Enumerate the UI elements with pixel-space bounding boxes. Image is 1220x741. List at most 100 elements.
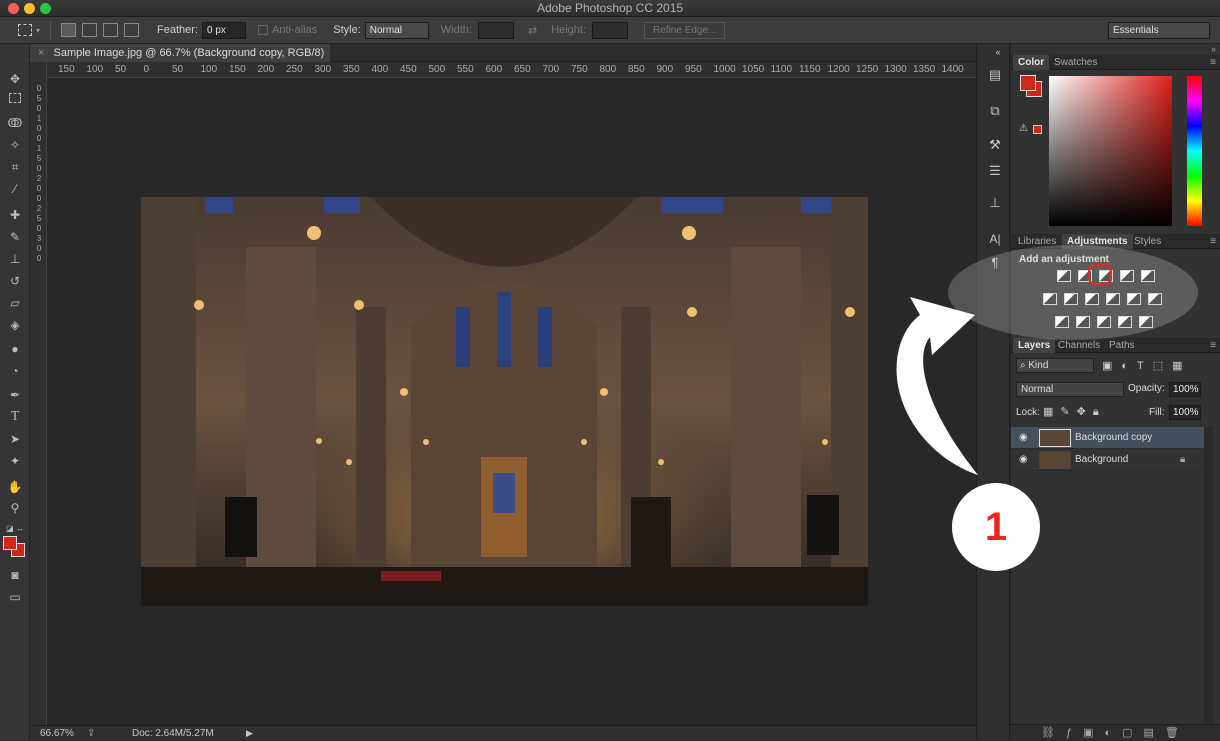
adjustments-panel-menu-icon[interactable]: ≡ [1210, 234, 1216, 249]
brush-settings-icon[interactable]: ☰ [986, 162, 1004, 180]
black-white-icon[interactable] [1085, 293, 1099, 305]
ruler-tick-label: 750 [571, 64, 588, 75]
tab-layers[interactable]: Layers [1013, 338, 1056, 353]
posterize-icon[interactable] [1076, 316, 1090, 328]
invert-icon[interactable] [1055, 316, 1069, 328]
color-balance-icon[interactable] [1064, 293, 1078, 305]
crop-tool-icon[interactable]: ⌗ [5, 158, 25, 176]
zoom-tool-icon[interactable]: ⚲ [5, 499, 25, 517]
tab-swatches[interactable]: Swatches [1049, 55, 1102, 70]
minimize-window-button[interactable] [24, 3, 35, 14]
layer-row[interactable]: ◉ Background 🔒︎ [1011, 449, 1204, 471]
selective-color-icon[interactable] [1139, 316, 1153, 328]
tab-color[interactable]: Color [1013, 55, 1050, 70]
channel-mixer-icon[interactable] [1127, 293, 1141, 305]
workspace-select[interactable]: Essentials [1108, 21, 1210, 39]
character-panel-icon[interactable]: A| [986, 230, 1004, 248]
tab-channels[interactable]: Channels [1053, 338, 1105, 353]
dodge-tool-icon[interactable]: ◔ [5, 362, 25, 380]
type-tool-icon[interactable]: T [5, 408, 25, 426]
color-fg-swatch[interactable] [1020, 75, 1036, 91]
color-field[interactable] [1049, 76, 1172, 226]
screen-mode-icon[interactable]: ▭ [5, 588, 25, 606]
quick-mask-icon[interactable]: ◙ [5, 566, 25, 584]
exposure-icon[interactable] [1120, 270, 1134, 282]
collapse-dock-icon[interactable]: « [989, 43, 1007, 61]
feather-input[interactable]: 0 px [201, 21, 246, 39]
clone-source-icon[interactable]: ⊥ [986, 194, 1004, 212]
out-of-gamut-warning-icon[interactable]: ⚠ [1019, 123, 1028, 134]
lasso-tool-icon[interactable]: ↂ [5, 114, 25, 132]
step-number-badge: 1 [952, 483, 1040, 571]
fill-input[interactable]: 100% [1169, 405, 1201, 420]
ruler-tick-label: 500 [428, 64, 446, 75]
eye-icon[interactable]: ◉ [1019, 427, 1028, 449]
tab-styles[interactable]: Styles [1129, 234, 1166, 249]
tab-paths[interactable]: Paths [1104, 338, 1140, 353]
close-window-button[interactable] [8, 3, 19, 14]
color-panel-menu-icon[interactable]: ≡ [1210, 55, 1216, 70]
brush-tool-icon[interactable]: ✎ [5, 228, 25, 246]
style-select[interactable]: Normal [364, 21, 429, 39]
layer-name[interactable]: Background copy [1075, 427, 1152, 449]
opacity-input[interactable]: 100% [1169, 382, 1201, 397]
eraser-tool-icon[interactable]: ▱ [5, 294, 25, 312]
add-selection-icon[interactable] [82, 23, 98, 37]
brightness-contrast-icon[interactable] [1057, 270, 1071, 282]
properties-panel-icon[interactable]: ⧉ [986, 102, 1004, 120]
hand-tool-icon[interactable]: ✋ [5, 478, 25, 496]
move-tool-icon[interactable]: ✥ [5, 70, 25, 88]
layer-row[interactable]: ◉ Background copy [1011, 427, 1204, 449]
height-input[interactable] [592, 21, 629, 39]
layer-filter-icons[interactable]: ▣◐T⬚▦ [1102, 359, 1192, 372]
brush-presets-icon[interactable]: ⚒ [986, 136, 1004, 154]
ruler-tick-label: 3 [36, 234, 42, 243]
paint-bucket-tool-icon[interactable]: ◈ [5, 316, 25, 334]
path-selection-tool-icon[interactable]: ➤ [5, 430, 25, 448]
healing-brush-tool-icon[interactable]: ✚ [5, 206, 25, 224]
hue-slider[interactable] [1187, 76, 1202, 226]
gamut-swatch[interactable] [1033, 125, 1042, 134]
zoom-level[interactable]: 66.67% [40, 726, 74, 741]
hue-saturation-icon[interactable] [1043, 293, 1057, 305]
marquee-tool-icon[interactable] [9, 93, 21, 103]
magic-wand-tool-icon[interactable]: ✧ [5, 136, 25, 154]
cathedral-photo [141, 197, 868, 606]
marquee-preset-icon[interactable] [18, 24, 32, 36]
history-brush-tool-icon[interactable]: ↺ [5, 272, 25, 290]
shape-tool-icon[interactable]: ✦ [5, 452, 25, 470]
pen-tool-icon[interactable]: ✒ [5, 386, 25, 404]
close-tab-icon[interactable]: × [38, 47, 44, 59]
subtract-selection-icon[interactable] [103, 23, 119, 37]
new-selection-icon[interactable] [61, 23, 77, 37]
eye-icon[interactable]: ◉ [1019, 449, 1028, 471]
lock-icons[interactable]: ▦✎✥🔒︎ [1043, 405, 1106, 419]
blend-mode-select[interactable]: Normal [1016, 382, 1124, 397]
chevron-down-icon[interactable]: ▾ [36, 26, 40, 35]
layers-panel-menu-icon[interactable]: ≡ [1210, 338, 1216, 353]
eyedropper-tool-icon[interactable]: ⁄ [5, 180, 25, 198]
clone-stamp-tool-icon[interactable]: ⊥ [5, 250, 25, 268]
vibrance-icon[interactable] [1141, 270, 1155, 282]
layer-filter-select[interactable]: ⌕ Kind [1016, 358, 1094, 373]
photo-filter-icon[interactable] [1106, 293, 1120, 305]
layers-footer-icons[interactable]: ⛓ƒ▣◐▢▤🗑︎ [1011, 724, 1220, 740]
history-panel-icon[interactable]: ▤ [986, 66, 1004, 84]
refine-edge-button[interactable]: Refine Edge... [644, 21, 726, 39]
layers-scrollbar[interactable] [1204, 427, 1213, 727]
swap-dimensions-icon[interactable]: ⇄ [528, 24, 537, 37]
gradient-map-icon[interactable] [1118, 316, 1132, 328]
zoom-window-button[interactable] [40, 3, 51, 14]
expand-panels-icon[interactable]: » [1211, 44, 1216, 54]
intersect-selection-icon[interactable] [124, 23, 140, 37]
width-input[interactable] [477, 21, 514, 39]
blur-tool-icon[interactable]: ● [5, 340, 25, 358]
threshold-icon[interactable] [1097, 316, 1111, 328]
share-icon[interactable]: ⇪ [87, 726, 95, 741]
status-menu-arrow-icon[interactable]: ▶ [246, 726, 253, 741]
antialias-checkbox[interactable] [257, 25, 268, 35]
foreground-color-swatch[interactable] [3, 536, 17, 550]
document-tab[interactable]: × Sample Image.jpg @ 66.7% (Background c… [30, 44, 330, 77]
layer-name[interactable]: Background [1075, 449, 1128, 471]
color-lookup-icon[interactable] [1148, 293, 1162, 305]
